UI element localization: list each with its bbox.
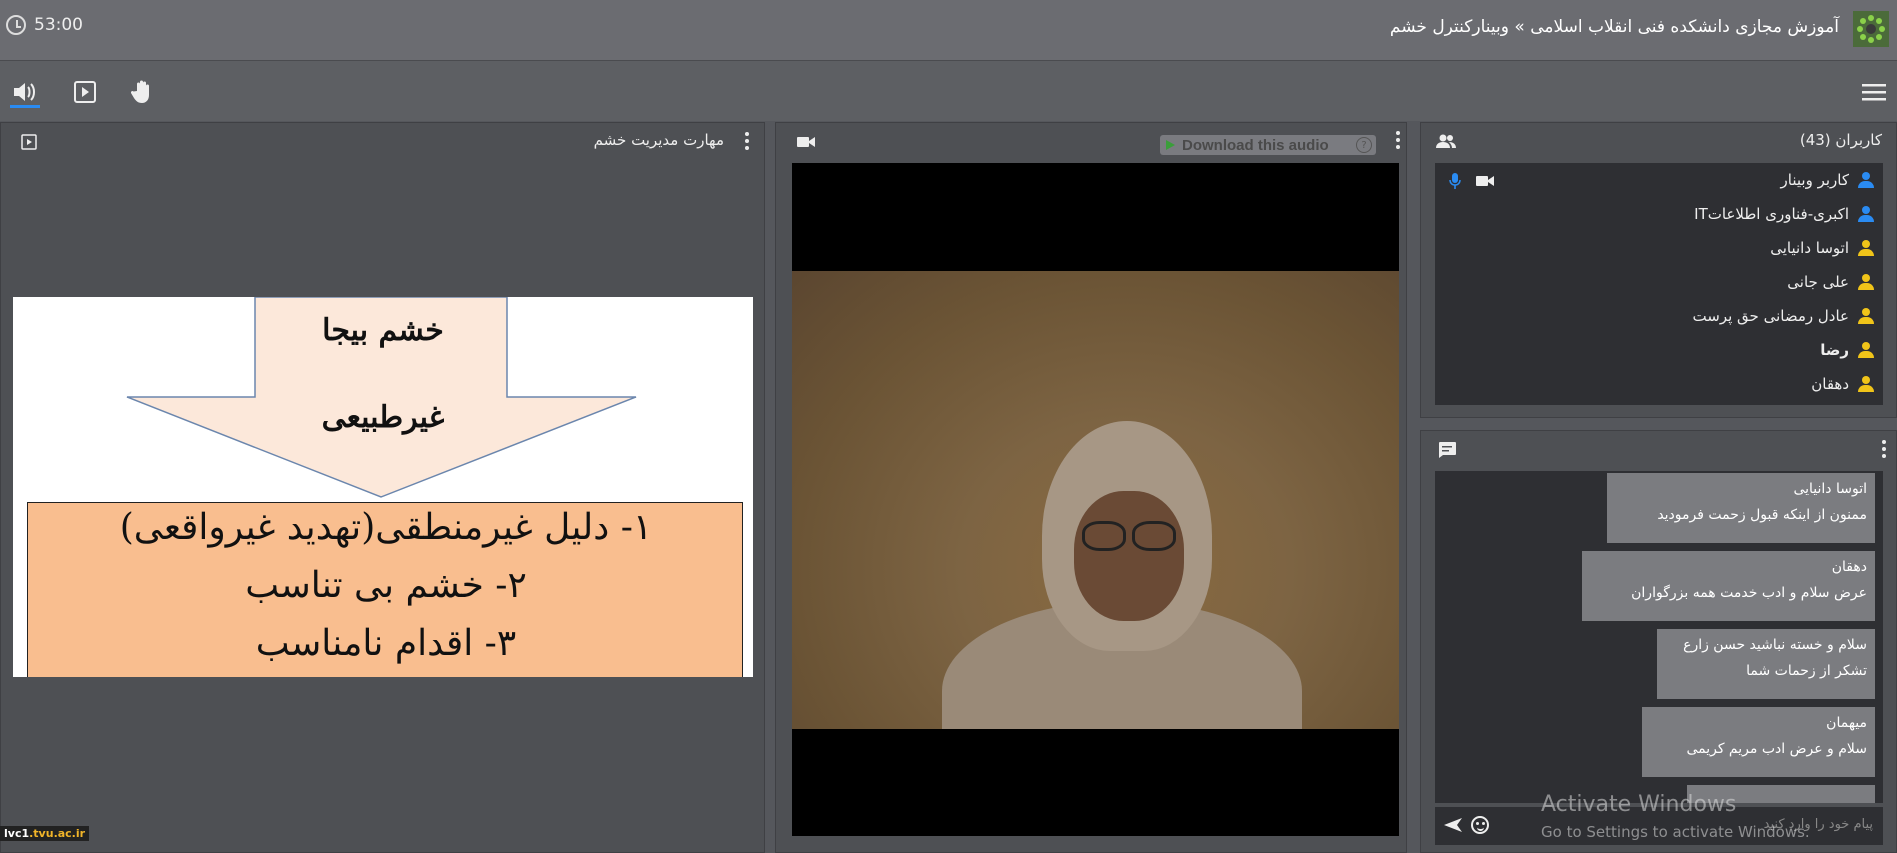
presentation-panel: مهارت مدیریت خشم خشم بیجا غیرطبیعی ۱- دل… — [0, 122, 765, 853]
user-row[interactable]: کاربر وبینار — [1781, 163, 1875, 197]
raise-hand-icon — [131, 80, 149, 103]
user-icon — [1857, 171, 1875, 189]
slide-item: ۲- خشم بی تناسب — [245, 565, 527, 606]
chat-messages: اتوسا دانیایی ممنون از اینکه قبول زحمت ف… — [1435, 471, 1883, 803]
speaker-icon — [14, 83, 35, 101]
user-name: کاربر وبینار — [1780, 171, 1849, 189]
presentation-title: مهارت مدیریت خشم — [593, 131, 724, 149]
send-icon[interactable] — [1443, 817, 1463, 833]
video-stream — [792, 163, 1399, 836]
chat-sender: سلام و خسته نباشید حسن زارع — [1683, 637, 1867, 653]
user-name: اتوسا دانیایی — [1770, 239, 1849, 257]
slide-arrow-line1: خشم بیجا — [322, 313, 444, 348]
user-icon — [1857, 205, 1875, 223]
active-indicator — [10, 105, 40, 108]
user-icon — [1857, 239, 1875, 257]
user-icon — [1857, 341, 1875, 359]
video-options-icon[interactable] — [1396, 131, 1400, 149]
camera-icon — [797, 137, 815, 147]
chat-icon — [1439, 442, 1456, 458]
chat-options-icon[interactable] — [1882, 440, 1886, 458]
chat-text: سلام و عرض ادب مریم کریمی — [1686, 741, 1867, 757]
session-timer: 53:00 — [6, 15, 83, 35]
user-row[interactable]: عادل رمضانی حق پرست — [1693, 299, 1875, 333]
minimize-presentation-icon[interactable] — [21, 134, 37, 150]
chat-panel: اتوسا دانیایی ممنون از اینکه قبول زحمت ف… — [1420, 430, 1897, 853]
chat-message: میهمان سلام و عرض ادب مریم کریمی — [1642, 707, 1875, 777]
chat-sender: میهمان — [1826, 715, 1867, 731]
chat-text: ممنون از اینکه قبول زحمت فرمودید — [1657, 507, 1867, 523]
play-icon — [1166, 140, 1175, 150]
user-icon — [1857, 307, 1875, 325]
chat-sender: دهقان — [1831, 559, 1867, 575]
user-icon — [1857, 375, 1875, 393]
download-audio-button[interactable]: Download this audio ? — [1160, 135, 1376, 155]
user-row[interactable]: اتوسا دانیایی — [1770, 231, 1875, 265]
user-status-icons — [1449, 173, 1495, 189]
microphone-icon — [1449, 173, 1461, 189]
user-icon — [1857, 273, 1875, 291]
user-name: علی جانی — [1787, 273, 1849, 291]
user-row[interactable]: دهقان — [1811, 367, 1875, 401]
status-tag: lvc1.tvu.ac.ir — [0, 826, 90, 841]
logo-icon — [1853, 11, 1889, 47]
raise-hand-button[interactable] — [128, 77, 158, 107]
chat-text: تشکر از زحمات شما — [1746, 663, 1867, 679]
user-row[interactable]: رضا — [1820, 333, 1875, 367]
users-panel: کاربران (43) کاربر وبینار اکبری-فناوری ا… — [1420, 122, 1897, 418]
slide-item: ۳- اقدام نامناسب — [255, 623, 517, 664]
play-screen-icon — [74, 81, 96, 103]
user-name: دهقان — [1811, 375, 1849, 393]
menu-icon[interactable] — [1861, 81, 1887, 103]
present-button[interactable] — [70, 77, 100, 107]
glasses-right — [1132, 521, 1176, 551]
user-row[interactable]: علی جانی — [1787, 265, 1875, 299]
page-title: آموزش مجازی دانشکده فنی انقلاب اسلامی » … — [1389, 17, 1839, 37]
glasses-left — [1082, 521, 1126, 551]
watermark-line1: Activate Windows — [1541, 792, 1737, 817]
slide-list-box: ۱- دلیل غیرمنطقی(تهدید غیرواقعی) ۲- خشم … — [27, 502, 743, 677]
speaker-button[interactable] — [10, 77, 40, 107]
presenter-face — [1074, 491, 1184, 621]
users-icon — [1436, 134, 1456, 148]
help-icon[interactable]: ? — [1356, 137, 1372, 153]
toolbar — [0, 61, 1897, 121]
user-name: عادل رمضانی حق پرست — [1692, 307, 1849, 325]
user-name: رضا — [1820, 341, 1849, 359]
watermark-line2: Go to Settings to activate Windows. — [1541, 823, 1810, 841]
chat-sender: اتوسا دانیایی — [1793, 481, 1867, 497]
chat-text: عرض سلام و ادب خدمت همه بزرگواران — [1631, 585, 1867, 601]
webcam-feed — [792, 271, 1399, 729]
slide-item: ۱- دلیل غیرمنطقی(تهدید غیرواقعی) — [119, 507, 653, 548]
video-panel: Download this audio ? — [775, 122, 1407, 853]
clock-icon — [6, 15, 26, 35]
user-name: اکبری-فناوری اطلاعاتIT — [1694, 205, 1849, 223]
emoji-icon[interactable] — [1471, 816, 1489, 834]
windows-activation-watermark: Activate Windows Go to Settings to activ… — [1541, 792, 1810, 841]
video-camera-icon — [1476, 176, 1494, 186]
chat-message: سلام و خسته نباشید حسن زارع تشکر از زحما… — [1657, 629, 1875, 699]
timer-text: 53:00 — [34, 15, 83, 35]
presentation-options-icon[interactable] — [745, 132, 749, 150]
users-title: کاربران (43) — [1799, 131, 1882, 149]
user-list: کاربر وبینار اکبری-فناوری اطلاعاتIT اتوس… — [1435, 163, 1883, 405]
slide-arrow-line2: غیرطبیعی — [321, 400, 445, 435]
download-audio-label: Download this audio — [1182, 136, 1329, 154]
presentation-slide: خشم بیجا غیرطبیعی ۱- دلیل غیرمنطقی(تهدید… — [13, 297, 753, 677]
chat-message: دهقان عرض سلام و ادب خدمت همه بزرگواران — [1582, 551, 1875, 621]
top-bar: 53:00 آموزش مجازی دانشکده فنی انقلاب اسل… — [0, 0, 1897, 61]
chat-message: اتوسا دانیایی ممنون از اینکه قبول زحمت ف… — [1607, 473, 1875, 543]
user-row[interactable]: اکبری-فناوری اطلاعاتIT — [1694, 197, 1875, 231]
